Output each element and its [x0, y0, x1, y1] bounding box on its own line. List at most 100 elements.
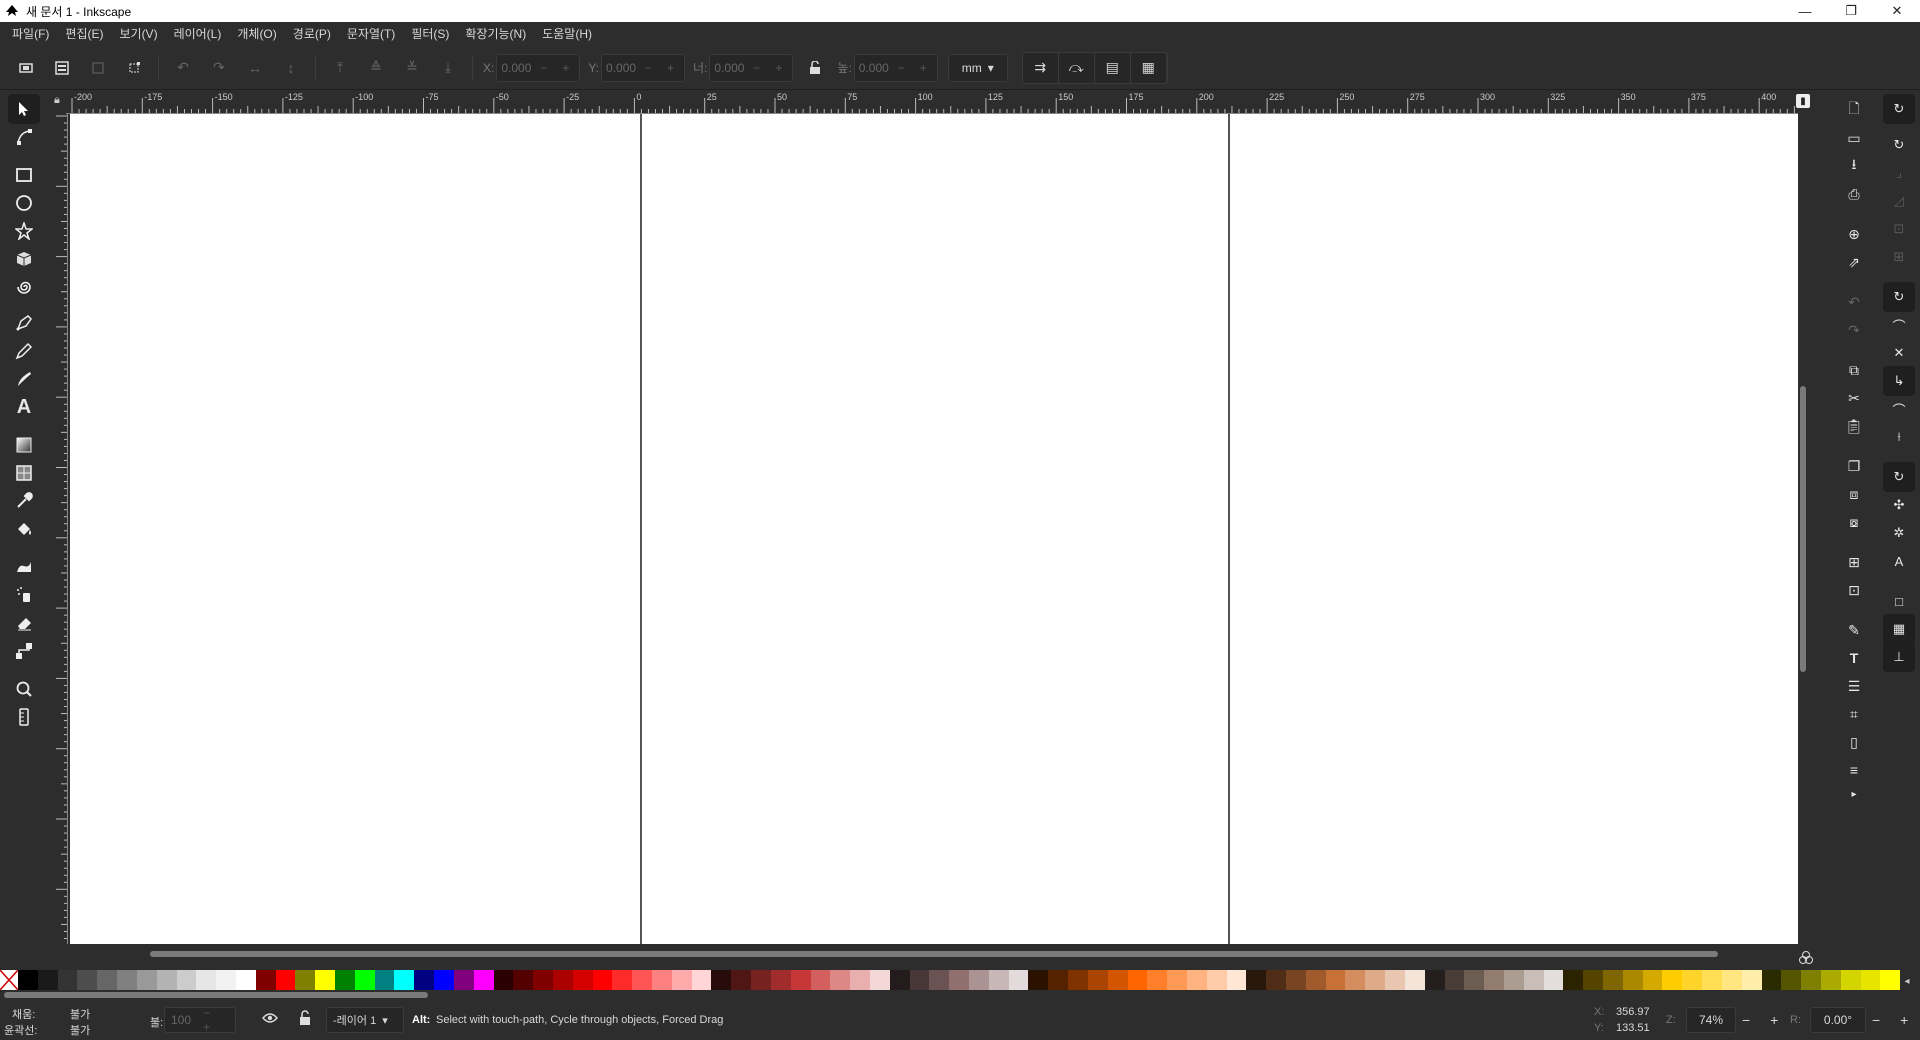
- color-swatch[interactable]: [1761, 970, 1782, 990]
- color-swatch[interactable]: [810, 970, 831, 990]
- unlink-clone-icon[interactable]: ⧇: [1840, 508, 1868, 536]
- palette-menu-icon[interactable]: ◂: [1898, 972, 1916, 990]
- color-swatch[interactable]: [1543, 970, 1564, 990]
- color-swatch[interactable]: [969, 970, 989, 990]
- color-swatch[interactable]: [513, 970, 534, 990]
- color-swatch[interactable]: [1246, 970, 1267, 990]
- color-swatch[interactable]: [552, 970, 573, 990]
- color-swatch[interactable]: [1107, 970, 1128, 990]
- select-all-icon[interactable]: [11, 53, 41, 83]
- color-swatch[interactable]: [1286, 970, 1306, 990]
- color-swatch[interactable]: [1206, 970, 1227, 990]
- color-swatch[interactable]: [1583, 970, 1603, 990]
- new-document-icon[interactable]: 🗋: [1840, 96, 1868, 124]
- move-patterns-icon[interactable]: ▦: [1131, 52, 1167, 83]
- scale-stroke-icon[interactable]: ⇉: [1023, 52, 1059, 83]
- color-swatch[interactable]: [671, 970, 692, 990]
- color-swatch[interactable]: [1484, 970, 1504, 990]
- pen-tool-icon[interactable]: [8, 308, 40, 338]
- ellipse-tool-icon[interactable]: [8, 188, 40, 218]
- color-swatch[interactable]: [572, 970, 593, 990]
- layer-lock-icon[interactable]: [298, 1010, 312, 1029]
- pencil-tool-icon[interactable]: [8, 336, 40, 366]
- snap-toggle-icon[interactable]: ↻: [1883, 94, 1915, 124]
- color-swatch[interactable]: [216, 970, 236, 990]
- color-swatch[interactable]: [949, 970, 969, 990]
- color-swatch[interactable]: [1741, 970, 1762, 990]
- color-swatch[interactable]: [354, 970, 375, 990]
- save-icon[interactable]: ⭳: [1840, 152, 1868, 180]
- menu-help[interactable]: 도움말(H): [534, 22, 600, 46]
- duplicate-icon[interactable]: ❐: [1840, 452, 1868, 480]
- color-swatch[interactable]: [612, 970, 633, 990]
- snap-guide-icon[interactable]: ⊥: [1883, 642, 1915, 672]
- node-tool-icon[interactable]: [8, 122, 40, 152]
- vertical-scrollbar[interactable]: [1800, 386, 1806, 672]
- color-swatch[interactable]: [988, 970, 1009, 990]
- color-swatch[interactable]: [97, 970, 118, 990]
- color-swatch[interactable]: [830, 970, 851, 990]
- minimize-button[interactable]: —: [1782, 0, 1828, 22]
- color-swatch[interactable]: [869, 970, 890, 990]
- y-input[interactable]: 0.000− +: [601, 53, 686, 82]
- color-swatch[interactable]: [196, 970, 217, 990]
- color-swatch[interactable]: [1444, 970, 1465, 990]
- color-swatch[interactable]: [295, 970, 316, 990]
- dropper-tool-icon[interactable]: [8, 486, 40, 516]
- deselect-icon[interactable]: [83, 53, 113, 83]
- text-tool-icon[interactable]: A: [8, 392, 40, 422]
- menu-layer[interactable]: 레이어(L): [166, 22, 230, 46]
- color-swatch[interactable]: [751, 970, 771, 990]
- color-swatch[interactable]: [790, 970, 811, 990]
- color-swatch[interactable]: [1503, 970, 1524, 990]
- raise-icon[interactable]: ≙: [361, 53, 391, 83]
- color-swatch[interactable]: [1721, 970, 1742, 990]
- zoom-tool-icon[interactable]: [8, 674, 40, 704]
- eraser-tool-icon[interactable]: [8, 608, 40, 638]
- x-input[interactable]: 0.000− +: [496, 53, 581, 82]
- color-swatch[interactable]: [1622, 970, 1643, 990]
- color-swatch[interactable]: [770, 970, 791, 990]
- copy-icon[interactable]: ⧉: [1840, 356, 1868, 384]
- snap-cusp-node-icon[interactable]: ↳: [1883, 366, 1915, 396]
- color-swatch[interactable]: [434, 970, 454, 990]
- eye-icon[interactable]: [262, 1012, 278, 1027]
- color-swatch[interactable]: [691, 970, 712, 990]
- text-font-icon[interactable]: T: [1840, 644, 1868, 672]
- guide-lock-icon[interactable]: 🔒︎: [54, 94, 66, 110]
- transform-handles-icon[interactable]: [119, 53, 149, 83]
- layer-select[interactable]: -레이어 1 ▾: [326, 1007, 404, 1033]
- paste-icon[interactable]: 📋︎: [1840, 412, 1868, 440]
- xml-editor-icon[interactable]: ⌗: [1840, 700, 1868, 728]
- color-swatch[interactable]: [1167, 970, 1187, 990]
- color-swatch[interactable]: [235, 970, 256, 990]
- select-all-layers-icon[interactable]: [47, 53, 77, 83]
- spiral-tool-icon[interactable]: [8, 272, 40, 302]
- lower-to-bottom-icon[interactable]: ⤓: [433, 53, 463, 83]
- menu-path[interactable]: 경로(P): [285, 22, 339, 46]
- color-swatch[interactable]: [533, 970, 553, 990]
- snap-others-icon[interactable]: ↻: [1883, 462, 1915, 492]
- document-properties-icon[interactable]: ▯: [1840, 728, 1868, 756]
- group-icon[interactable]: ⊞: [1840, 548, 1868, 576]
- fill-stroke-icon[interactable]: ✎: [1840, 616, 1868, 644]
- color-swatch[interactable]: [929, 970, 950, 990]
- color-swatch[interactable]: [1464, 970, 1485, 990]
- color-swatch[interactable]: [1385, 970, 1405, 990]
- color-swatch[interactable]: [453, 970, 474, 990]
- color-swatch[interactable]: [176, 970, 197, 990]
- color-swatch[interactable]: [1305, 970, 1326, 990]
- measure-tool-icon[interactable]: [8, 702, 40, 732]
- color-swatch[interactable]: [374, 970, 395, 990]
- scale-corners-icon[interactable]: ⤼: [1059, 52, 1095, 83]
- color-swatch[interactable]: [1068, 970, 1088, 990]
- color-swatch[interactable]: [1801, 970, 1821, 990]
- menu-file[interactable]: 파일(F): [4, 22, 57, 46]
- drawing-canvas[interactable]: [70, 114, 1798, 944]
- color-swatch[interactable]: [632, 970, 652, 990]
- color-swatch[interactable]: [414, 970, 435, 990]
- mesh-tool-icon[interactable]: [8, 458, 40, 488]
- color-swatch[interactable]: [1682, 970, 1703, 990]
- snap-page-border-icon[interactable]: □: [1883, 586, 1915, 616]
- display-mode-icon[interactable]: [1798, 950, 1814, 966]
